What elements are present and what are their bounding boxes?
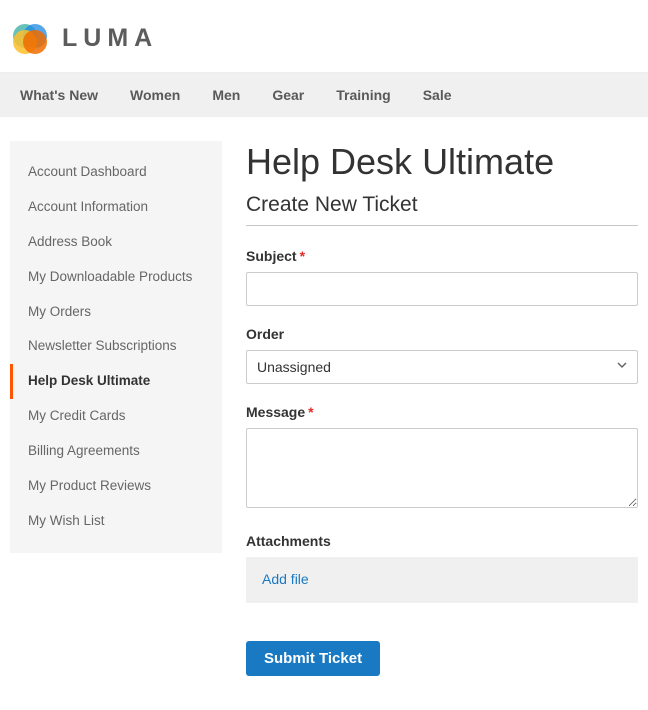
field-order: Order Unassigned: [246, 326, 638, 384]
brand-name: LUMA: [62, 24, 158, 53]
nav-training[interactable]: Training: [320, 73, 406, 117]
required-star-icon: *: [308, 404, 313, 420]
subject-label-text: Subject: [246, 248, 297, 264]
main-content: Help Desk Ultimate Create New Ticket Sub…: [246, 141, 638, 676]
required-star-icon: *: [300, 248, 305, 264]
sidebar-item-account-information[interactable]: Account Information: [10, 190, 222, 225]
luma-logo-icon: [10, 18, 50, 58]
sidebar-item-credit-cards[interactable]: My Credit Cards: [10, 399, 222, 434]
account-sidebar: Account Dashboard Account Information Ad…: [10, 141, 222, 553]
page-title: Help Desk Ultimate: [246, 141, 638, 183]
field-attachments: Attachments Add file: [246, 533, 638, 603]
attachments-box: Add file: [246, 557, 638, 603]
sidebar-item-newsletter[interactable]: Newsletter Subscriptions: [10, 329, 222, 364]
message-label-text: Message: [246, 404, 305, 420]
subject-input[interactable]: [246, 272, 638, 306]
message-textarea[interactable]: [246, 428, 638, 508]
order-select[interactable]: Unassigned: [246, 350, 638, 384]
order-label: Order: [246, 326, 638, 342]
attachments-label: Attachments: [246, 533, 638, 549]
sidebar-item-account-dashboard[interactable]: Account Dashboard: [10, 155, 222, 190]
sidebar-item-billing-agreements[interactable]: Billing Agreements: [10, 434, 222, 469]
header: LUMA: [0, 0, 648, 72]
subject-label: Subject*: [246, 248, 638, 264]
top-nav: What's New Women Men Gear Training Sale: [0, 72, 648, 117]
nav-men[interactable]: Men: [196, 73, 256, 117]
sidebar-item-product-reviews[interactable]: My Product Reviews: [10, 469, 222, 504]
sidebar-item-wish-list[interactable]: My Wish List: [10, 504, 222, 539]
add-file-button[interactable]: Add file: [262, 571, 309, 587]
submit-ticket-button[interactable]: Submit Ticket: [246, 641, 380, 676]
page-subtitle: Create New Ticket: [246, 193, 638, 226]
nav-gear[interactable]: Gear: [256, 73, 320, 117]
field-message: Message*: [246, 404, 638, 513]
sidebar-item-helpdesk[interactable]: Help Desk Ultimate: [10, 364, 222, 399]
sidebar-item-downloadable-products[interactable]: My Downloadable Products: [10, 260, 222, 295]
nav-women[interactable]: Women: [114, 73, 196, 117]
sidebar-item-my-orders[interactable]: My Orders: [10, 295, 222, 330]
sidebar-item-address-book[interactable]: Address Book: [10, 225, 222, 260]
message-label: Message*: [246, 404, 638, 420]
nav-whats-new[interactable]: What's New: [4, 73, 114, 117]
nav-sale[interactable]: Sale: [407, 73, 468, 117]
field-subject: Subject*: [246, 248, 638, 306]
